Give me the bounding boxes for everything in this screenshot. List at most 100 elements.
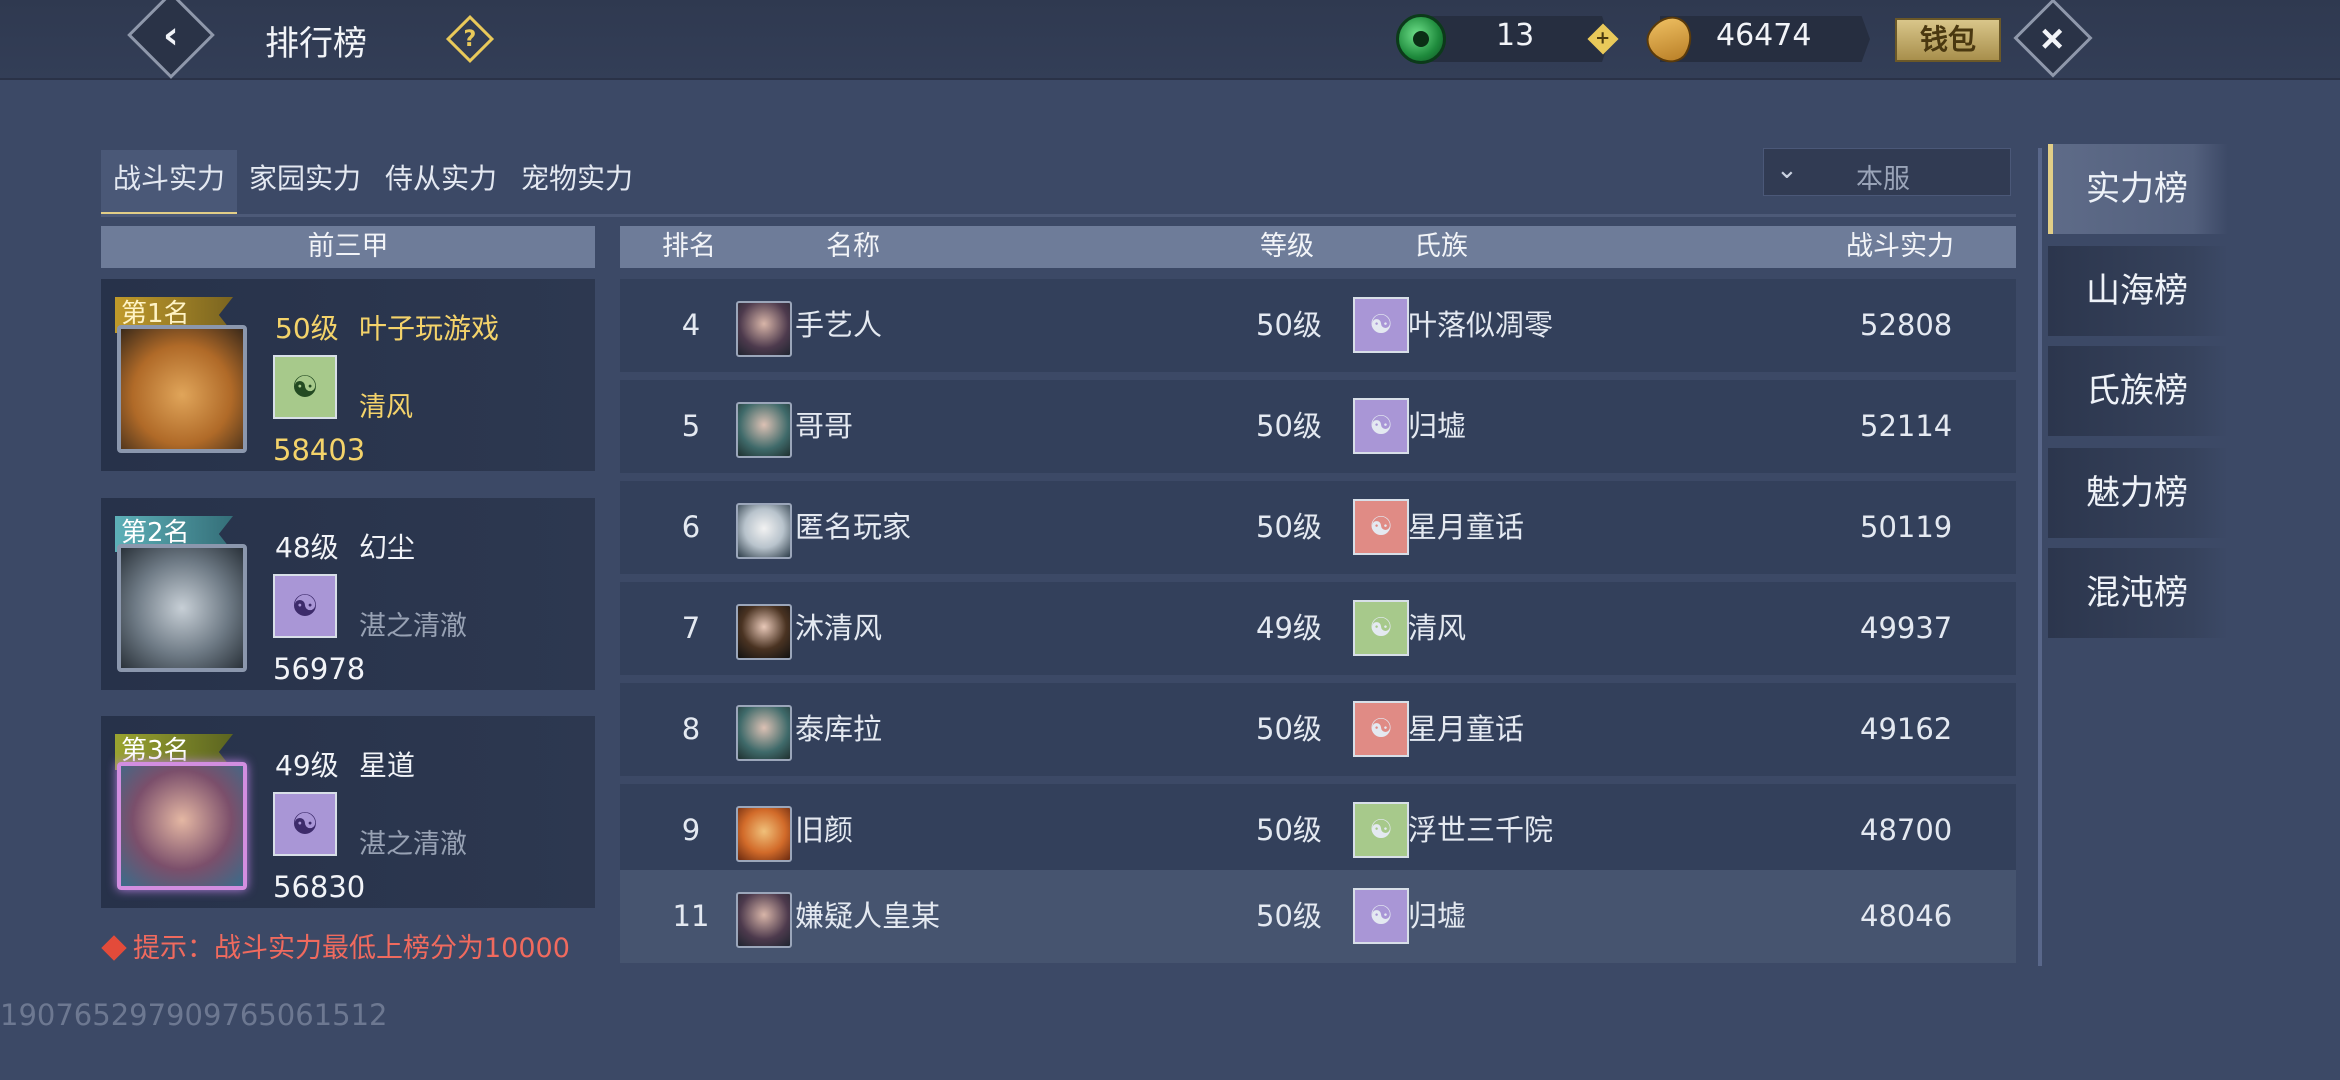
row-player-name: 旧颜 (795, 813, 854, 847)
clan-emblem-icon: ☯ (273, 792, 337, 856)
row-power: 48046 (1860, 899, 1953, 933)
jade-amount: 13 (1496, 18, 1535, 53)
header-level: 等级 (1260, 231, 1314, 262)
clan-emblem-icon: ☯ (1353, 701, 1409, 757)
row-level: 50级 (1256, 712, 1322, 746)
row-clan: 星月童话 (1408, 712, 1525, 746)
row-level: 50级 (1256, 308, 1322, 342)
top-card-2[interactable]: 第2名 48级 幻尘 ☯ 湛之清澈 56978 (101, 498, 595, 690)
side-tab-clan-ranking[interactable]: 氏族榜 (2048, 346, 2228, 436)
header-power: 战斗实力 (1846, 231, 1954, 262)
row-clan: 浮世三千院 (1408, 813, 1554, 847)
ingot-amount: 46474 (1716, 18, 1812, 53)
card-level: 50级 (275, 312, 339, 345)
card-power: 56830 (273, 870, 366, 904)
back-button[interactable]: ‹ (127, 0, 215, 79)
row-power: 52114 (1860, 409, 1953, 443)
table-row-self[interactable]: 11 嫌疑人皇某 50级 ☯ 归墟 48046 (620, 870, 2016, 963)
table-row[interactable]: 4 手艺人 50级 ☯ 叶落似凋零 52808 (620, 279, 2016, 372)
header-rank: 排名 (662, 231, 716, 262)
warning-icon (101, 935, 127, 961)
avatar (117, 544, 247, 672)
top-card-3[interactable]: 第3名 49级 星道 ☯ 湛之清澈 56830 (101, 716, 595, 908)
row-level: 50级 (1256, 813, 1322, 847)
clan-emblem-icon: ☯ (1353, 398, 1409, 454)
avatar (736, 892, 792, 948)
clan-emblem-icon: ☯ (273, 574, 337, 638)
clan-emblem-icon: ☯ (1353, 499, 1409, 555)
clan-emblem-icon: ☯ (1353, 600, 1409, 656)
table-row[interactable]: 5 哥哥 50级 ☯ 归墟 52114 (620, 380, 2016, 473)
tabs-underline (101, 214, 2016, 217)
clan-emblem-icon: ☯ (1353, 888, 1409, 944)
clan-emblem-icon: ☯ (1353, 297, 1409, 353)
row-level: 50级 (1256, 510, 1322, 544)
row-player-name: 泰库拉 (795, 712, 883, 746)
row-power: 49162 (1860, 712, 1953, 746)
tab-combat-power[interactable]: 战斗实力 (101, 150, 238, 216)
page-title: 排行榜 (265, 24, 367, 64)
top3-header: 前三甲 (101, 226, 595, 268)
tip-text: 提示：战斗实力最低上榜分为10000 (133, 933, 570, 964)
row-level: 50级 (1256, 899, 1322, 933)
jade-coin-icon (1396, 14, 1446, 64)
row-clan: 归墟 (1408, 409, 1467, 443)
close-icon: + (2026, 11, 2080, 65)
table-row[interactable]: 7 沐清风 49级 ☯ 清风 49937 (620, 582, 2016, 675)
side-tab-power-ranking[interactable]: 实力榜 (2048, 144, 2228, 234)
side-tab-shanhai-ranking[interactable]: 山海榜 (2048, 246, 2228, 336)
category-tabs: 战斗实力 家园实力 侍从实力 宠物实力 (101, 150, 645, 216)
tab-pet-power[interactable]: 宠物实力 (509, 150, 645, 216)
avatar (736, 604, 792, 660)
row-clan: 清风 (1408, 611, 1467, 645)
card-player-name: 星道 (359, 749, 416, 782)
header-name: 名称 (826, 231, 880, 262)
server-dropdown-value: 本服 (1856, 164, 1910, 195)
clan-emblem-icon: ☯ (273, 355, 337, 419)
row-power: 49937 (1860, 611, 1953, 645)
top-bar: ‹ 排行榜 ? 13 + 46474 钱包 + (0, 0, 2340, 80)
row-power: 52808 (1860, 308, 1953, 342)
table-row[interactable]: 9 旧颜 50级 ☯ 浮世三千院 48700 (620, 784, 2016, 877)
header-clan: 氏族 (1414, 231, 1468, 262)
row-player-name: 沐清风 (795, 611, 883, 645)
side-tab-charm-ranking[interactable]: 魅力榜 (2048, 448, 2228, 538)
row-clan: 叶落似凋零 (1408, 308, 1554, 342)
row-player-name: 嫌疑人皇某 (795, 899, 941, 933)
minimum-score-tip: 提示：战斗实力最低上榜分为10000 (101, 926, 570, 965)
player-uid: 19076529790976506151​2 (0, 998, 388, 1032)
card-power: 56978 (273, 652, 366, 686)
row-player-name: 匿名玩家 (795, 510, 912, 544)
card-player-name: 叶子玩游戏 (359, 312, 500, 345)
table-row[interactable]: 6 匿名玩家 50级 ☯ 星月童话 50119 (620, 481, 2016, 574)
row-player-name: 哥哥 (795, 409, 854, 443)
card-clan-name: 湛之清澈 (359, 611, 467, 642)
help-icon[interactable]: ? (445, 14, 495, 64)
card-clan-name: 湛之清澈 (359, 829, 467, 860)
side-tab-chaos-ranking[interactable]: 混沌榜 (2048, 548, 2228, 638)
row-power: 48700 (1860, 813, 1953, 847)
table-row[interactable]: 8 泰库拉 50级 ☯ 星月童话 49162 (620, 683, 2016, 776)
avatar (736, 301, 792, 357)
close-button[interactable]: + (2013, 0, 2093, 78)
card-level: 48级 (275, 531, 339, 564)
chevron-down-icon: ⌄ (1776, 155, 1798, 185)
back-arrow-icon: ‹ (163, 12, 179, 57)
server-dropdown[interactable]: ⌄ 本服 (1763, 148, 2011, 196)
avatar (117, 762, 247, 890)
tab-attendant-power[interactable]: 侍从实力 (373, 150, 509, 216)
avatar (736, 705, 792, 761)
row-power: 50119 (1860, 510, 1953, 544)
clan-emblem-icon: ☯ (1353, 802, 1409, 858)
top-card-1[interactable]: 第1名 50级 叶子玩游戏 ☯ 清风 58403 (101, 279, 595, 471)
avatar (117, 325, 247, 453)
tab-home-power[interactable]: 家园实力 (237, 150, 373, 216)
avatar (736, 806, 792, 862)
avatar (736, 503, 792, 559)
row-clan: 星月童话 (1408, 510, 1525, 544)
card-clan-name: 清风 (359, 392, 413, 423)
card-level: 49级 (275, 749, 339, 782)
card-player-name: 幻尘 (359, 531, 416, 564)
row-player-name: 手艺人 (795, 308, 883, 342)
wallet-button[interactable]: 钱包 (1895, 18, 2001, 62)
